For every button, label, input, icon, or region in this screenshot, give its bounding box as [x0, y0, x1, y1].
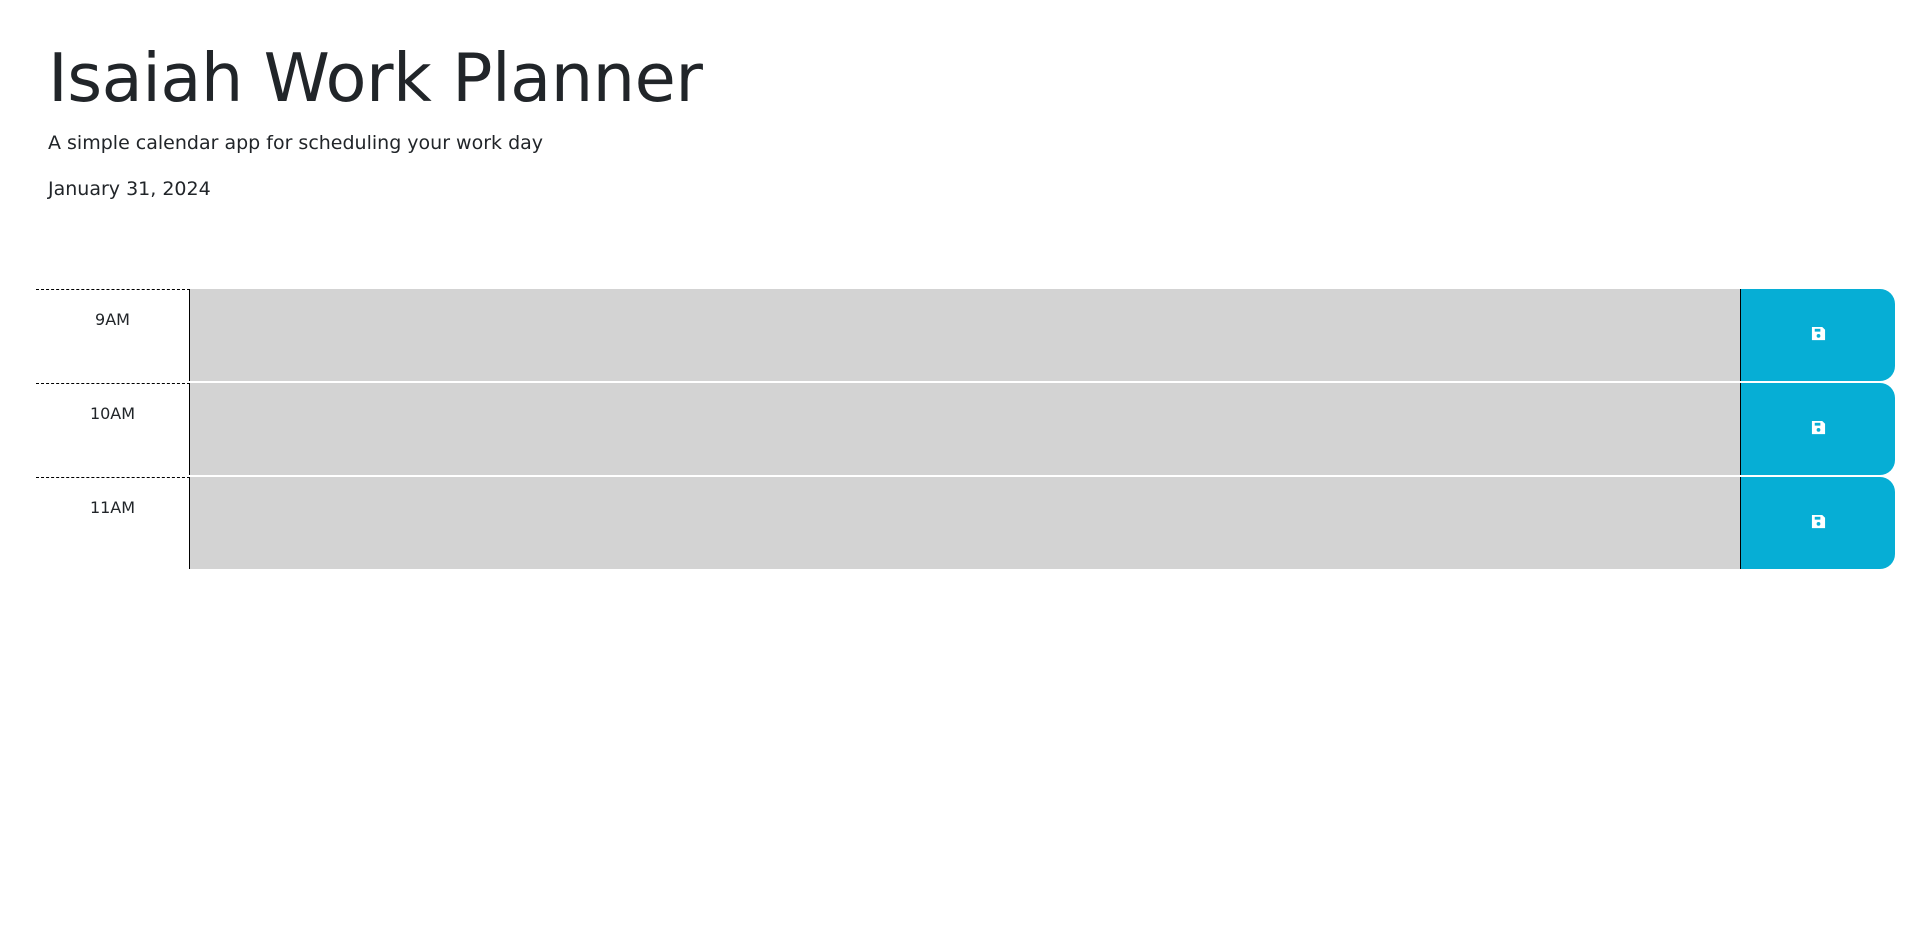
hour-label: 9AM [36, 289, 190, 381]
floppy-disk-icon [1811, 326, 1826, 344]
hour-label: 11AM [36, 477, 190, 569]
time-block-row: 9AM [36, 289, 1895, 381]
event-description-input[interactable] [190, 477, 1740, 569]
save-button[interactable] [1740, 289, 1895, 381]
page-subtitle: A simple calendar app for scheduling you… [48, 132, 544, 154]
event-description-input[interactable] [190, 383, 1740, 475]
hour-label: 10AM [36, 383, 190, 475]
event-description-input[interactable] [190, 289, 1740, 381]
time-block-container: 9AM 10AM 11AM [36, 289, 1895, 571]
current-date: January 31, 2024 [48, 178, 211, 200]
floppy-disk-icon [1811, 514, 1826, 532]
page-title: Isaiah Work Planner [48, 39, 703, 117]
save-button[interactable] [1740, 383, 1895, 475]
floppy-disk-icon [1811, 420, 1826, 438]
save-button[interactable] [1740, 477, 1895, 569]
time-block-row: 11AM [36, 477, 1895, 569]
time-block-row: 10AM [36, 383, 1895, 475]
page-header: Isaiah Work Planner A simple calendar ap… [48, 36, 703, 202]
